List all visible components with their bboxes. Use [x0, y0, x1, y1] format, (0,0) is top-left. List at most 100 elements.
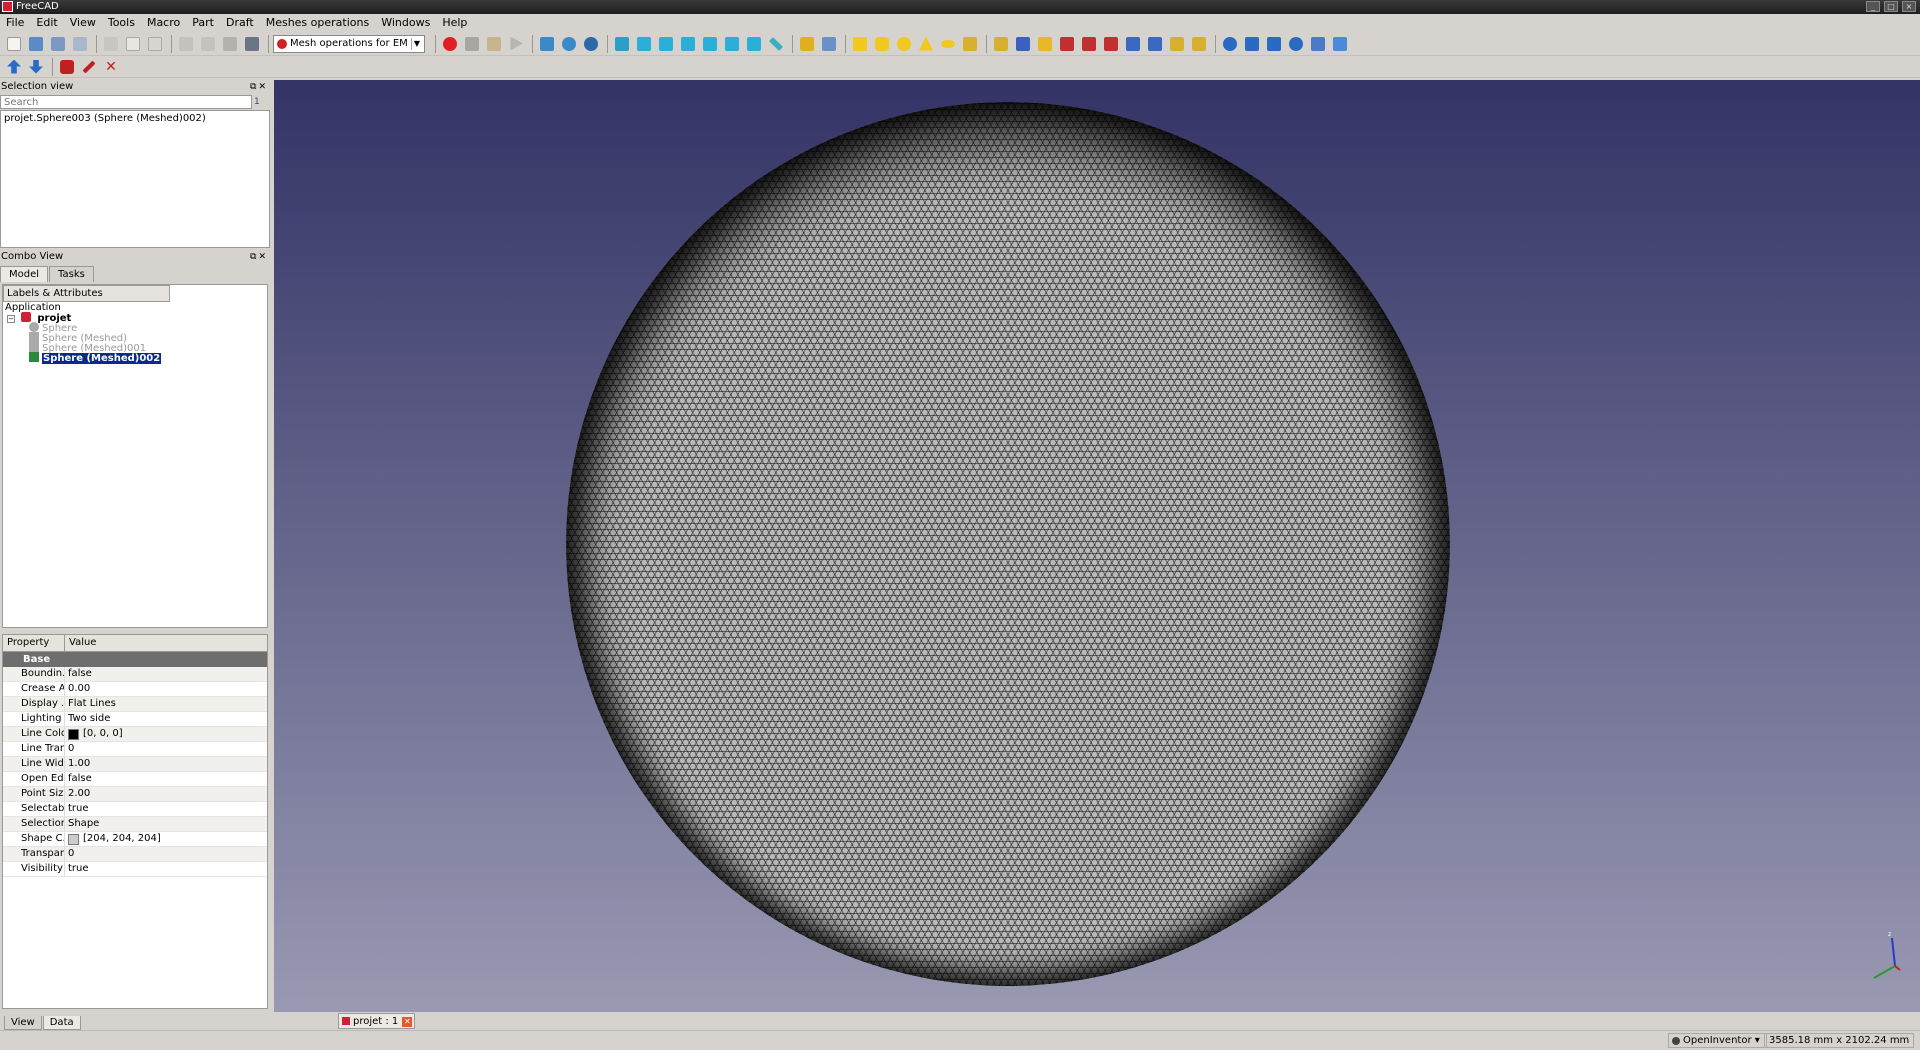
- view-rear-icon[interactable]: [700, 34, 720, 54]
- tab-tasks[interactable]: Tasks: [49, 266, 94, 282]
- property-row[interactable]: Transpar...0: [3, 847, 267, 862]
- boolean-icon[interactable]: [1220, 34, 1240, 54]
- common-icon[interactable]: [1286, 34, 1306, 54]
- ruled-surface-icon[interactable]: [1145, 34, 1165, 54]
- stop-macro-icon[interactable]: [462, 34, 482, 54]
- document-tab[interactable]: projet : 1 ✕: [338, 1013, 416, 1029]
- loft-icon[interactable]: [1167, 34, 1187, 54]
- property-row[interactable]: Crease A...0.00: [3, 682, 267, 697]
- minimize-icon[interactable]: _: [1866, 1, 1880, 12]
- maximize-icon[interactable]: □: [1884, 1, 1898, 12]
- menu-meshes-operations[interactable]: Meshes operations: [260, 14, 376, 32]
- copy-icon[interactable]: [123, 34, 143, 54]
- selection-search-input[interactable]: [0, 95, 252, 109]
- property-row[interactable]: Selection...Shape: [3, 817, 267, 832]
- view-isometric-icon[interactable]: [612, 34, 632, 54]
- record-macro-icon[interactable]: [440, 34, 460, 54]
- property-value[interactable]: 0.00: [65, 682, 90, 696]
- run-macro-icon[interactable]: [506, 34, 526, 54]
- property-group-base[interactable]: Base: [3, 652, 267, 667]
- 3d-viewport[interactable]: z: [274, 80, 1920, 1012]
- property-value[interactable]: [0, 0, 0]: [65, 727, 123, 741]
- redo-icon[interactable]: [198, 34, 218, 54]
- draw-style-icon[interactable]: [581, 34, 601, 54]
- property-value[interactable]: [204, 204, 204]: [65, 832, 161, 846]
- property-value[interactable]: true: [65, 862, 89, 876]
- property-row[interactable]: Lighting Two side: [3, 712, 267, 727]
- section-icon[interactable]: [1308, 34, 1328, 54]
- tab-view[interactable]: View: [4, 1016, 42, 1030]
- arrow-down-icon[interactable]: [26, 57, 46, 77]
- selection-list[interactable]: projet.Sphere003 (Sphere (Meshed)002): [0, 110, 270, 248]
- property-value[interactable]: 0: [65, 742, 74, 756]
- tab-model[interactable]: Model: [0, 266, 49, 282]
- save-as-icon[interactable]: [70, 34, 90, 54]
- fit-selection-icon[interactable]: [559, 34, 579, 54]
- tree-header[interactable]: Labels & Attributes: [3, 285, 170, 302]
- color-swatch[interactable]: [68, 833, 79, 845]
- arrow-up-icon[interactable]: [4, 57, 24, 77]
- group-icon[interactable]: [819, 34, 839, 54]
- view-bottom-icon[interactable]: [722, 34, 742, 54]
- extrude-icon[interactable]: [1013, 34, 1033, 54]
- collapse-icon[interactable]: −: [7, 315, 15, 323]
- property-row[interactable]: Line Tran...0: [3, 742, 267, 757]
- property-value[interactable]: Shape: [65, 817, 99, 831]
- property-row[interactable]: Selectabletrue: [3, 802, 267, 817]
- open-icon[interactable]: [26, 34, 46, 54]
- view-top-icon[interactable]: [656, 34, 676, 54]
- property-value[interactable]: 2.00: [65, 787, 90, 801]
- part-icon[interactable]: [797, 34, 817, 54]
- chamfer-icon[interactable]: [1101, 34, 1121, 54]
- sphere-icon[interactable]: [894, 34, 914, 54]
- box-icon[interactable]: [850, 34, 870, 54]
- navigation-style-selector[interactable]: OpenInventor ▾: [1668, 1033, 1767, 1048]
- selection-list-item[interactable]: projet.Sphere003 (Sphere (Meshed)002): [4, 113, 266, 124]
- property-row[interactable]: Boundin...false: [3, 667, 267, 682]
- refresh-icon[interactable]: [220, 34, 240, 54]
- tab-data[interactable]: Data: [42, 1016, 81, 1030]
- menu-part[interactable]: Part: [186, 14, 220, 32]
- view-left-icon[interactable]: [744, 34, 764, 54]
- color-swatch[interactable]: [68, 728, 79, 740]
- property-value[interactable]: 1.00: [65, 757, 90, 771]
- paste-icon[interactable]: [145, 34, 165, 54]
- mirror-icon[interactable]: [1057, 34, 1077, 54]
- cylinder-icon[interactable]: [872, 34, 892, 54]
- property-value[interactable]: false: [65, 667, 92, 681]
- dock-buttons[interactable]: ⧉✕: [250, 80, 268, 94]
- cone-icon[interactable]: [916, 34, 936, 54]
- dock-buttons[interactable]: ⧉✕: [250, 250, 268, 264]
- tree-item-selected[interactable]: Sphere (Meshed)002: [29, 352, 162, 364]
- property-value[interactable]: Flat Lines: [65, 697, 116, 711]
- whats-this-icon[interactable]: [242, 34, 262, 54]
- property-column-header[interactable]: Property: [3, 635, 65, 651]
- value-column-header[interactable]: Value: [65, 635, 267, 651]
- property-row[interactable]: Shape C... [204, 204, 204]: [3, 832, 267, 847]
- menu-macro[interactable]: Macro: [141, 14, 186, 32]
- menu-windows[interactable]: Windows: [375, 14, 436, 32]
- make-face-icon[interactable]: [1123, 34, 1143, 54]
- fuse-icon[interactable]: [1264, 34, 1284, 54]
- fillet-icon[interactable]: [1079, 34, 1099, 54]
- shape-builder-icon[interactable]: [991, 34, 1011, 54]
- close-icon[interactable]: ✕: [402, 1017, 413, 1027]
- menu-edit[interactable]: Edit: [30, 14, 63, 32]
- view-front-icon[interactable]: [634, 34, 654, 54]
- property-row[interactable]: Visibility true: [3, 862, 267, 877]
- property-row[interactable]: Line Color [0, 0, 0]: [3, 727, 267, 742]
- menu-tools[interactable]: Tools: [102, 14, 141, 32]
- undo-icon[interactable]: [176, 34, 196, 54]
- property-row[interactable]: Point Size 2.00: [3, 787, 267, 802]
- menu-help[interactable]: Help: [436, 14, 473, 32]
- property-value[interactable]: true: [65, 802, 89, 816]
- torus-icon[interactable]: [938, 34, 958, 54]
- menu-file[interactable]: File: [0, 14, 30, 32]
- mesh-node-icon[interactable]: [57, 57, 77, 77]
- menu-view[interactable]: View: [64, 14, 102, 32]
- property-row[interactable]: Open Ed...false: [3, 772, 267, 787]
- new-icon[interactable]: [4, 34, 24, 54]
- sweep-icon[interactable]: [1189, 34, 1209, 54]
- cut-boolean-icon[interactable]: [1242, 34, 1262, 54]
- cross-section-icon[interactable]: [1330, 34, 1350, 54]
